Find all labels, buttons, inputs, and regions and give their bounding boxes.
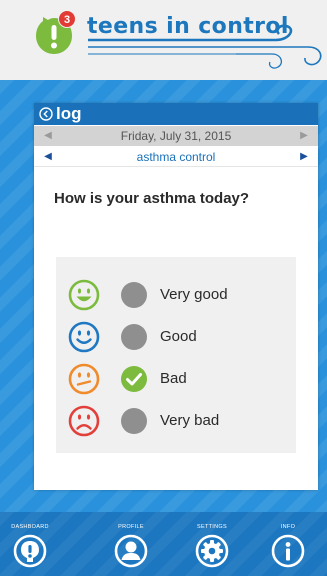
radio-selected-check-icon[interactable] <box>120 365 148 393</box>
bottom-nav: DASHBOARD PROFILE SETTINGS INFO <box>0 512 327 576</box>
main-panel: log ◀ Friday, July 31, 2015 ▶ ◀ asthma c… <box>0 80 327 512</box>
previous-day-arrow-icon[interactable]: ◀ <box>40 126 56 146</box>
current-date: Friday, July 31, 2015 <box>120 129 232 143</box>
question-text: How is your asthma today? <box>54 190 250 207</box>
gear-icon <box>195 534 229 568</box>
option-very-bad[interactable]: Very bad <box>56 403 296 439</box>
date-selector: ◀ Friday, July 31, 2015 ▶ <box>34 126 318 146</box>
big-smile-face-icon <box>68 279 100 311</box>
radio-unselected-icon[interactable] <box>120 281 148 309</box>
previous-topic-arrow-icon[interactable]: ◀ <box>40 147 56 167</box>
radio-unselected-icon[interactable] <box>120 407 148 435</box>
log-header-bar: log <box>34 103 318 125</box>
nav-label: DASHBOARD <box>11 524 49 530</box>
nav-label: PROFILE <box>118 524 144 530</box>
meh-face-icon <box>68 363 100 395</box>
option-label: Very good <box>160 286 228 303</box>
dashboard-icon <box>13 534 47 568</box>
nav-info[interactable]: INFO <box>258 512 318 576</box>
topic-selector: ◀ asthma control ▶ <box>34 147 318 167</box>
nav-label: INFO <box>280 524 296 530</box>
radio-unselected-icon[interactable] <box>120 323 148 351</box>
nav-label: SETTINGS <box>197 524 227 530</box>
notification-count-badge[interactable]: 3 <box>58 10 76 28</box>
nav-settings[interactable]: SETTINGS <box>182 512 242 576</box>
nav-profile[interactable]: PROFILE <box>101 512 161 576</box>
answer-options: Very good Good Bad Very bad <box>56 257 296 453</box>
log-card: log ◀ Friday, July 31, 2015 ▶ ◀ asthma c… <box>34 103 318 490</box>
option-bad[interactable]: Bad <box>56 361 296 397</box>
nav-dashboard[interactable]: DASHBOARD <box>0 512 60 576</box>
option-label: Bad <box>160 370 187 387</box>
next-topic-arrow-icon[interactable]: ▶ <box>296 147 312 167</box>
page-title: log <box>56 104 82 123</box>
option-label: Very bad <box>160 412 220 429</box>
frown-face-icon <box>68 405 100 437</box>
option-very-good[interactable]: Very good <box>56 277 296 313</box>
next-day-arrow-icon[interactable]: ▶ <box>296 126 312 146</box>
current-topic: asthma control <box>136 150 216 164</box>
info-icon <box>271 534 305 568</box>
smile-face-icon <box>68 321 100 353</box>
back-circle-icon[interactable] <box>39 107 53 121</box>
wind-lines-icon <box>88 24 322 69</box>
profile-icon <box>114 534 148 568</box>
option-label: Good <box>160 328 197 345</box>
app-header: 3 teens in control <box>0 0 327 80</box>
option-good[interactable]: Good <box>56 319 296 355</box>
